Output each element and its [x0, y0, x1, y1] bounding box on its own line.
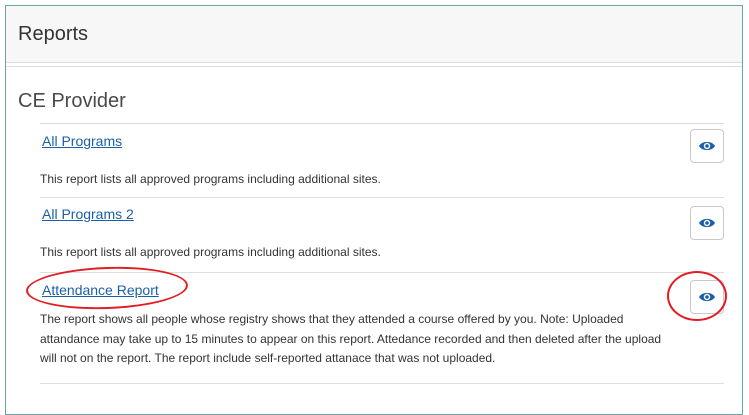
report-list: All Programs This report lists all appro…	[40, 123, 724, 384]
panel-header: Reports	[6, 6, 742, 63]
eye-icon	[699, 218, 715, 228]
report-description: This report lists all approved programs …	[40, 172, 381, 186]
report-description: The report shows all people whose regist…	[40, 312, 662, 365]
view-report-button[interactable]	[690, 129, 724, 163]
report-link-all-programs[interactable]: All Programs	[42, 133, 122, 149]
report-item-attendance-report: Attendance Report The report shows all p…	[40, 272, 724, 384]
section-title: CE Provider	[18, 90, 126, 112]
header-divider	[6, 63, 742, 67]
report-item-all-programs: All Programs This report lists all appro…	[40, 123, 724, 197]
view-report-button[interactable]	[690, 206, 724, 240]
report-link-attendance-report[interactable]: Attendance Report	[42, 282, 159, 298]
report-link-all-programs-2[interactable]: All Programs 2	[42, 206, 134, 222]
panel-title: Reports	[18, 23, 89, 45]
eye-icon	[699, 292, 715, 302]
reports-panel: Reports CE Provider All Programs This re…	[5, 5, 743, 415]
view-report-button[interactable]	[690, 280, 724, 314]
report-item-all-programs-2: All Programs 2 This report lists all app…	[40, 197, 724, 272]
report-description: This report lists all approved programs …	[40, 245, 381, 259]
eye-icon	[699, 141, 715, 151]
